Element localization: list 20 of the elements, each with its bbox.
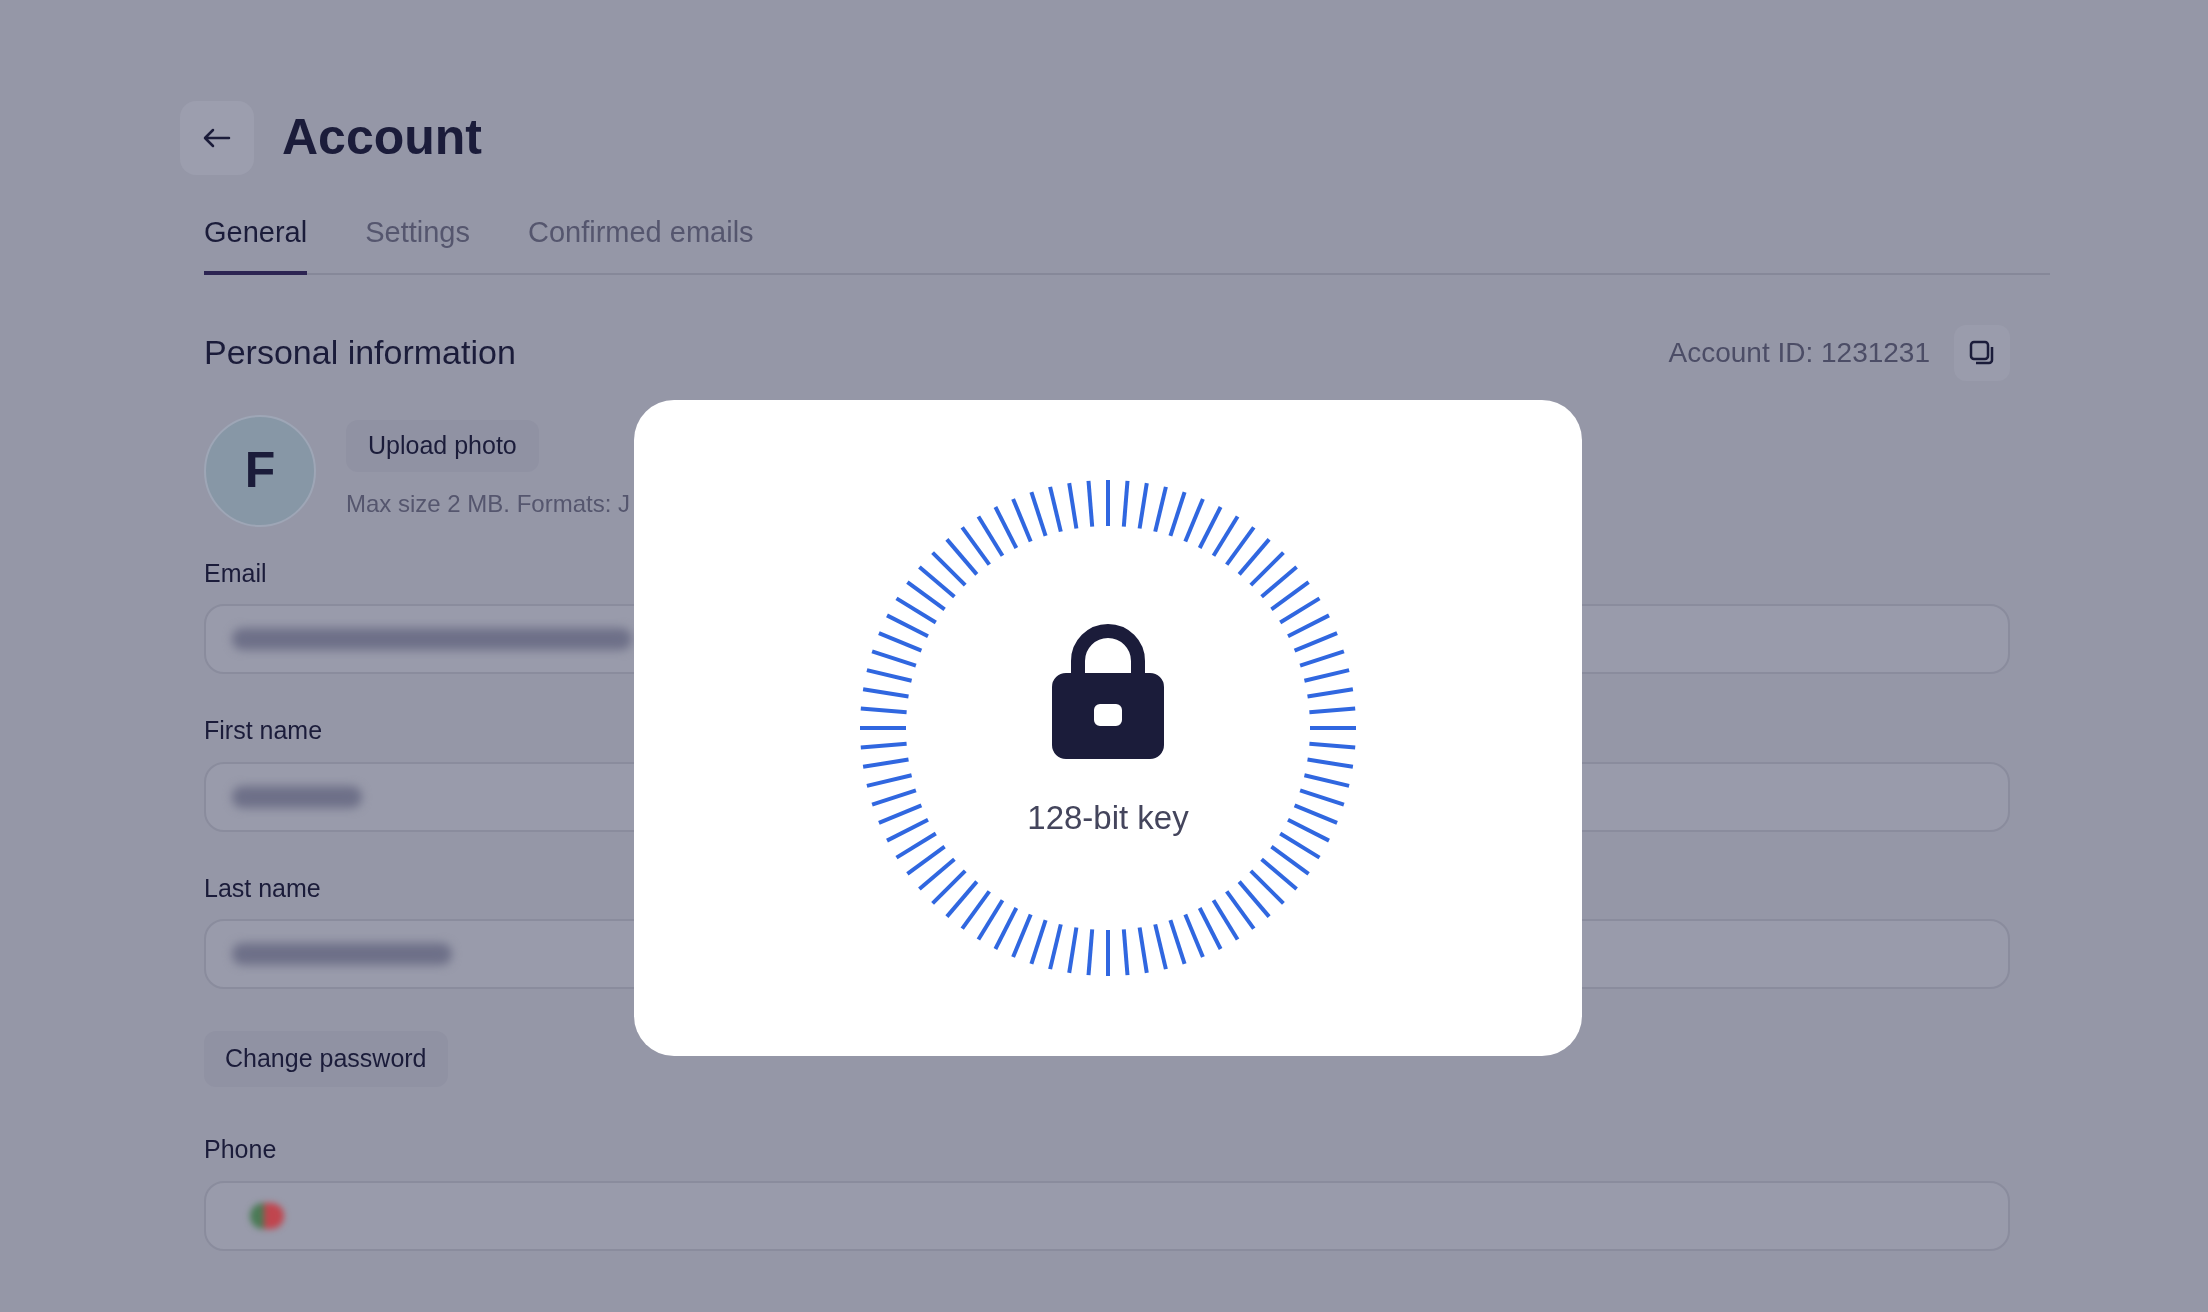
- lock-icon: [1052, 621, 1164, 759]
- key-caption: 128-bit key: [1027, 798, 1189, 838]
- copy-icon: [1969, 339, 1995, 366]
- flag-icon: [250, 1202, 284, 1229]
- field-label: First name: [204, 715, 324, 746]
- field-label: Last name: [204, 872, 322, 904]
- page-title: Account: [282, 108, 482, 167]
- field-label: Phone: [204, 1134, 278, 1165]
- upload-hint: Max size 2 MB. Formats: J: [346, 488, 631, 519]
- back-button[interactable]: [180, 100, 254, 175]
- section-title: Personal information: [204, 332, 516, 373]
- copy-button[interactable]: [1954, 324, 2010, 381]
- change-password-button[interactable]: Change password: [204, 1031, 448, 1087]
- account-id: Account ID: 1231231: [1668, 335, 1930, 370]
- back-arrow-icon: [203, 127, 231, 148]
- field-label: Email: [204, 557, 268, 589]
- tab[interactable]: General: [204, 211, 308, 275]
- upload-photo-button[interactable]: Upload photo: [346, 419, 539, 472]
- avatar: F: [204, 414, 316, 527]
- phone-field[interactable]: [204, 1180, 2010, 1251]
